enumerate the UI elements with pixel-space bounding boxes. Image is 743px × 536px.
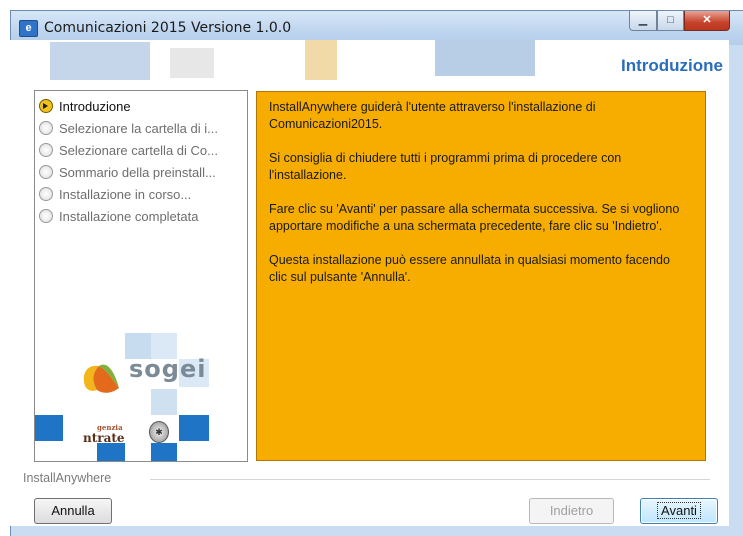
intro-paragraph: Si consiglia di chiudere tutti i program… (269, 151, 622, 182)
footer-divider (150, 479, 710, 480)
annulla-button[interactable]: Annulla (34, 498, 112, 524)
avanti-label: Avanti (657, 502, 701, 519)
page-title: Introduzione (621, 56, 723, 75)
current-step-arrow-icon (39, 99, 53, 113)
step-label: Introduzione (59, 98, 131, 114)
decorative-square (151, 443, 177, 461)
agenzia-entrate-logo: genzia ntrate (83, 423, 125, 445)
decorative-square (151, 389, 177, 415)
minimize-button[interactable]: ▁ (629, 11, 657, 31)
decorative-square (179, 415, 209, 441)
step-pending-icon (39, 143, 53, 157)
intro-paragraph: Questa installazione può essere annullat… (269, 253, 670, 284)
installer-client-area: Introduzione Introduzione Selezionare la… (10, 40, 729, 526)
step-introduzione: Introduzione (39, 95, 131, 117)
intro-paragraph: Fare clic su 'Avanti' per passare alla s… (269, 202, 680, 233)
step-sommario: Sommario della preinstall... (39, 161, 216, 183)
avanti-button[interactable]: Avanti (640, 498, 718, 524)
installanywhere-brand: InstallAnywhere (23, 471, 112, 485)
step-label: Installazione completata (59, 208, 199, 224)
step-selezionare-cartella-comunicazioni: Selezionare cartella di Co... (39, 139, 218, 161)
step-label: Selezionare la cartella di i... (59, 120, 218, 136)
emblem-icon: ✱ (149, 421, 169, 443)
introduction-text-panel: InstallAnywhere guiderà l'utente attrave… (256, 91, 706, 461)
sogei-logo-icon (83, 364, 119, 393)
step-installazione-completata: Installazione completata (39, 205, 198, 227)
step-pending-icon (39, 209, 53, 223)
step-label: Sommario della preinstall... (59, 164, 216, 180)
step-label: Installazione in corso... (59, 186, 192, 202)
header-decoration (50, 42, 150, 80)
step-pending-icon (39, 187, 53, 201)
step-pending-icon (39, 165, 53, 179)
intro-paragraph: InstallAnywhere guiderà l'utente attrave… (269, 100, 596, 131)
maximize-button[interactable]: □ (657, 11, 684, 31)
indietro-button[interactable]: Indietro (529, 498, 614, 524)
step-installazione-in-corso: Installazione in corso... (39, 183, 191, 205)
steps-panel: Introduzione Selezionare la cartella di … (34, 90, 248, 462)
decorative-square (35, 415, 63, 441)
sogei-logo-text: sogei (129, 355, 207, 383)
decorative-square (97, 443, 125, 461)
close-button[interactable]: ✕ (684, 11, 730, 31)
app-icon: e (19, 20, 38, 37)
header-decoration (435, 40, 535, 76)
step-label: Selezionare cartella di Co... (59, 142, 218, 158)
step-pending-icon (39, 121, 53, 135)
step-selezionare-cartella-installazione: Selezionare la cartella di i... (39, 117, 218, 139)
window-title: Comunicazioni 2015 Versione 1.0.0 (44, 20, 292, 36)
entrate-line: ntrate (83, 431, 125, 445)
header-decoration (305, 40, 337, 80)
header-decoration (170, 48, 214, 78)
